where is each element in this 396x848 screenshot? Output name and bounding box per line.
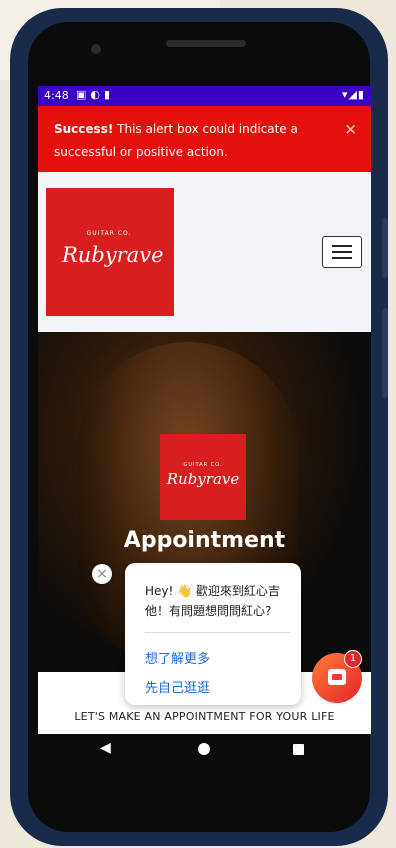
sdcard-icon: ▮ xyxy=(104,88,115,101)
earpiece-speaker xyxy=(166,40,246,47)
recent-apps-icon[interactable] xyxy=(293,744,304,755)
chat-bubble-icon xyxy=(328,669,346,685)
chat-learn-more-link[interactable]: 想了解更多 xyxy=(145,648,210,667)
chat-divider xyxy=(145,632,291,633)
chat-close-icon[interactable]: × xyxy=(92,564,112,584)
alert-title: Success! xyxy=(54,122,114,136)
menu-toggle-button[interactable] xyxy=(322,236,362,268)
hamburger-line xyxy=(332,245,352,247)
logo-subtitle: GUITAR CO. xyxy=(86,230,132,237)
volume-button xyxy=(382,218,388,278)
app-icon: ◐ xyxy=(90,88,105,101)
chat-unread-badge: 1 xyxy=(344,650,362,668)
alert-close-icon[interactable]: × xyxy=(344,120,357,138)
site-header: GUITAR CO. Rubyrave xyxy=(38,172,371,332)
site-logo[interactable]: GUITAR CO. Rubyrave xyxy=(46,188,174,316)
status-notification-icons: ▣◐▮ xyxy=(76,88,114,101)
back-icon[interactable]: ◀ xyxy=(100,740,111,756)
status-time: 4:48 xyxy=(44,89,69,102)
section-tagline: LET'S MAKE AN APPOINTMENT FOR YOUR LIFE xyxy=(74,710,335,723)
power-button xyxy=(382,308,388,398)
chat-popup: Hey! 👋 歡迎來到紅心吉他！有問題想問問紅心? 想了解更多 先自己逛逛 xyxy=(125,563,301,705)
chat-message: Hey! 👋 歡迎來到紅心吉他！有問題想問問紅心? xyxy=(145,584,280,618)
home-icon[interactable] xyxy=(198,743,210,755)
chat-browse-link[interactable]: 先自己逛逛 xyxy=(145,677,210,696)
alert-text: Success! This alert box could indicate a… xyxy=(54,118,344,164)
logo-wordmark: Rubyrave xyxy=(62,243,164,267)
hamburger-line xyxy=(332,251,352,253)
android-nav-bar: ◀ xyxy=(38,734,371,764)
hero-logo: GUITAR CO. Rubyrave xyxy=(160,434,246,520)
signal-battery-icons: ▾◢▮ xyxy=(341,88,365,101)
hero-logo-subtitle: GUITAR CO. xyxy=(183,462,223,468)
status-bar: 4:48 ▣◐▮ ▾◢▮ xyxy=(38,86,371,106)
hamburger-line xyxy=(332,257,352,259)
notification-a-icon: ▣ xyxy=(76,88,91,101)
front-camera xyxy=(91,44,101,54)
success-alert: Success! This alert box could indicate a… xyxy=(38,106,371,172)
page-title: Appointment xyxy=(123,528,286,553)
screen: 4:48 ▣◐▮ ▾◢▮ Success! This alert box cou… xyxy=(38,86,371,734)
hero-logo-wordmark: Rubyrave xyxy=(166,470,240,488)
